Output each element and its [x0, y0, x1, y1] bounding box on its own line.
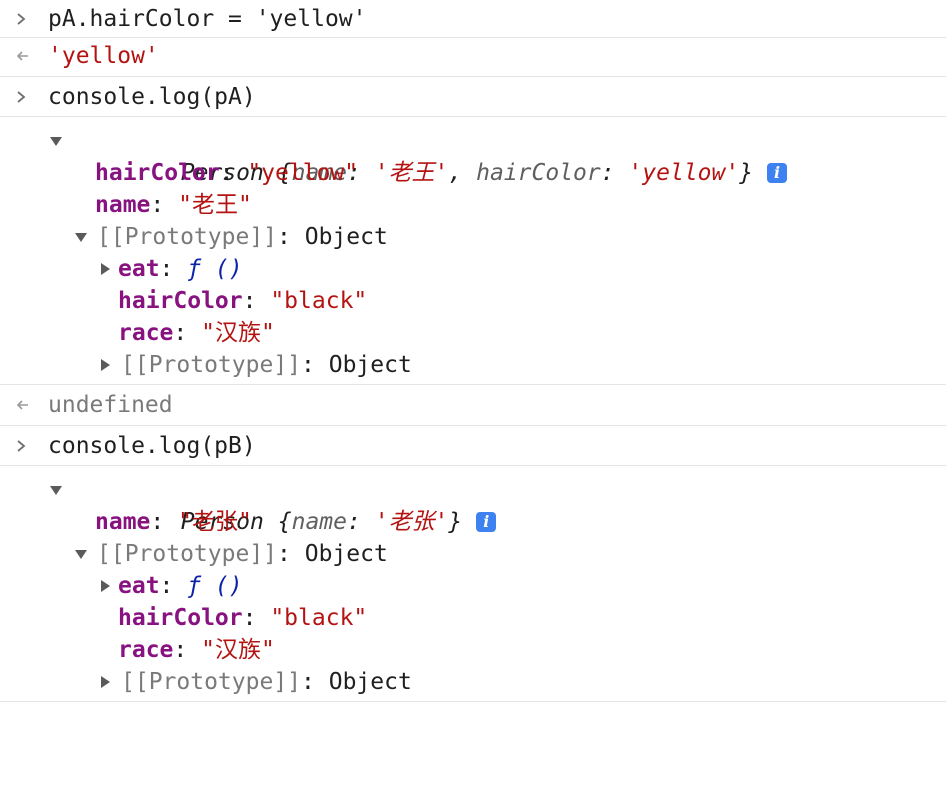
- result-value: undefined: [48, 392, 173, 418]
- property-row: race: "汉族": [118, 320, 275, 346]
- property-row: name: "老王": [95, 192, 252, 218]
- prototype-row[interactable]: [[Prototype]]: Object: [0, 349, 946, 381]
- prototype-row[interactable]: [[Prototype]]: Object: [0, 666, 946, 698]
- input-text[interactable]: pA.hairColor = 'yellow': [48, 3, 367, 35]
- result-arrow-icon: [16, 389, 36, 421]
- input-text[interactable]: console.log(pB): [48, 430, 256, 462]
- method-row[interactable]: eat: ƒ (): [0, 253, 946, 285]
- expand-triangle-icon[interactable]: [50, 486, 62, 495]
- property-row: hairColor: "black": [118, 288, 368, 314]
- result-arrow-icon: [16, 40, 36, 72]
- collapse-triangle-icon[interactable]: [101, 676, 110, 688]
- expand-triangle-icon[interactable]: [75, 550, 87, 559]
- console-input-row: pA.hairColor = 'yellow': [0, 0, 946, 38]
- property-row: race: "汉族": [118, 637, 275, 663]
- console-log-row: Person {name: '老王', hairColor: 'yellow'}…: [0, 117, 946, 385]
- collapse-triangle-icon[interactable]: [101, 359, 110, 371]
- console-result-row: undefined: [0, 385, 946, 426]
- expand-triangle-icon[interactable]: [50, 137, 62, 146]
- console-log-row: Person {name: '老张'} i name: "老张" [[Protot…: [0, 466, 946, 702]
- collapse-triangle-icon[interactable]: [101, 263, 110, 275]
- property-row: hairColor: "black": [118, 605, 368, 631]
- console-result-row: 'yellow': [0, 38, 946, 77]
- input-prompt-icon: [16, 81, 36, 113]
- property-row: hairColor: "yellow": [95, 160, 359, 186]
- expand-triangle-icon[interactable]: [75, 233, 87, 242]
- devtools-console: pA.hairColor = 'yellow' 'yellow' console…: [0, 0, 946, 706]
- property-row: name: "老张": [95, 509, 252, 535]
- prototype-row[interactable]: [[Prototype]]: Object: [0, 538, 946, 570]
- console-input-row: console.log(pB): [0, 426, 946, 466]
- object-summary[interactable]: Person {name: '老张'} i: [0, 474, 946, 535]
- input-prompt-icon: [16, 430, 36, 462]
- input-text[interactable]: console.log(pA): [48, 81, 256, 113]
- input-prompt-icon: [16, 3, 36, 35]
- method-row[interactable]: eat: ƒ (): [0, 570, 946, 602]
- prototype-row[interactable]: [[Prototype]]: Object: [0, 221, 946, 253]
- result-value: 'yellow': [48, 43, 159, 69]
- object-summary[interactable]: Person {name: '老王', hairColor: 'yellow'}…: [0, 125, 946, 186]
- console-input-row: console.log(pA): [0, 77, 946, 117]
- collapse-triangle-icon[interactable]: [101, 580, 110, 592]
